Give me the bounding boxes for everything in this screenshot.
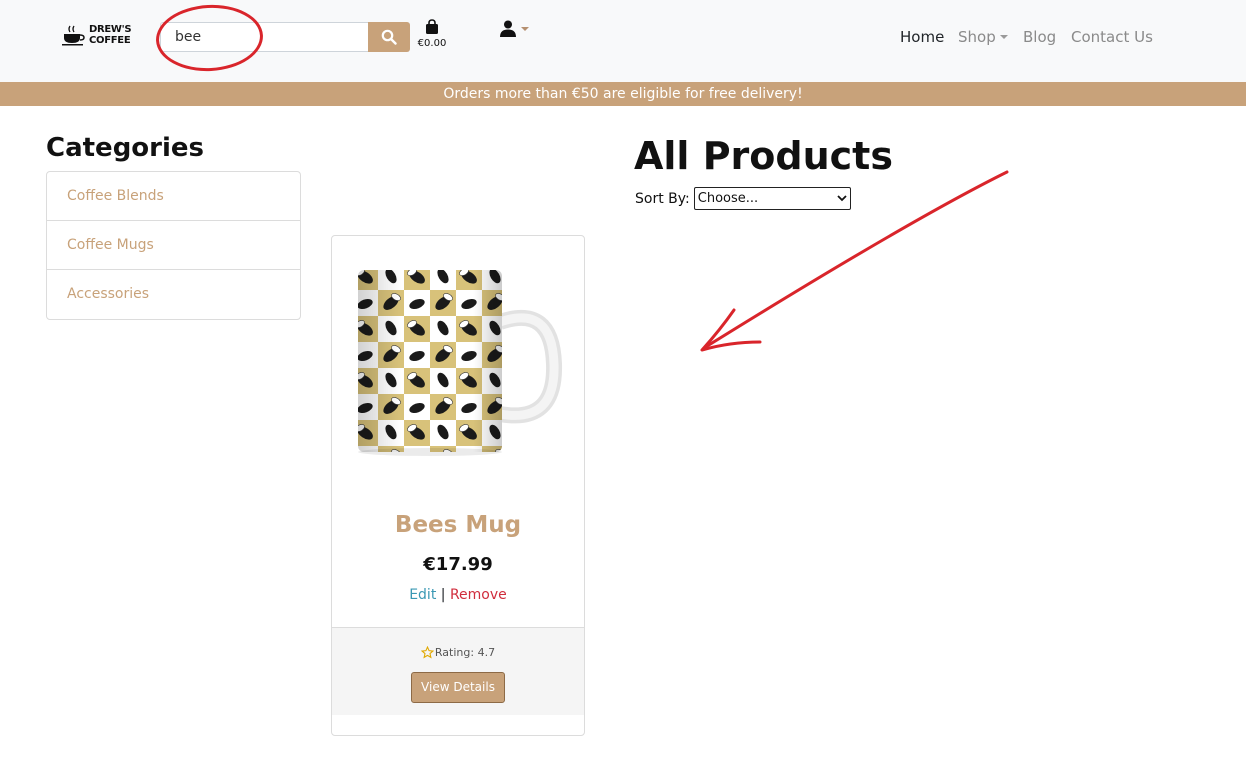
sort-selected-value: Choose... xyxy=(697,191,759,206)
remove-link[interactable]: Remove xyxy=(450,587,507,603)
search-form xyxy=(160,22,410,52)
bag-total: €0.00 xyxy=(417,38,447,49)
product-price: €17.99 xyxy=(423,554,493,575)
shopping-bag-link[interactable]: €0.00 xyxy=(416,19,448,49)
sort-select[interactable]: Choose... xyxy=(693,187,851,210)
page-title: All Products xyxy=(634,134,893,178)
coffee-cup-icon xyxy=(62,25,85,46)
brand-name: DREW'S COFFEE xyxy=(89,24,132,46)
chevron-down-icon xyxy=(837,195,847,202)
chevron-down-icon xyxy=(999,35,1008,39)
nav-blog[interactable]: Blog xyxy=(1023,28,1056,46)
sort-label: Sort By: xyxy=(635,190,690,207)
categories-title: Categories xyxy=(46,133,205,163)
product-name[interactable]: Bees Mug xyxy=(332,512,584,538)
delivery-banner: Orders more than €50 are eligible for fr… xyxy=(0,82,1246,106)
product-image[interactable] xyxy=(352,264,572,464)
star-icon xyxy=(420,646,434,659)
nav-home[interactable]: Home xyxy=(900,28,944,46)
product-admin-actions: Edit | Remove xyxy=(332,587,584,603)
card-footer: Rating: 4.7 View Details xyxy=(332,627,584,715)
brand-logo[interactable]: DREW'S COFFEE xyxy=(62,24,132,46)
categories-list: Coffee Blends Coffee Mugs Accessories xyxy=(46,171,301,320)
category-item-coffee-blends[interactable]: Coffee Blends xyxy=(47,172,300,221)
view-details-button[interactable]: View Details xyxy=(411,672,505,703)
separator: | xyxy=(440,587,446,603)
shopping-bag-icon xyxy=(426,19,438,34)
category-item-accessories[interactable]: Accessories xyxy=(47,270,300,319)
product-card: Bees Mug €17.99 Edit | Remove Rating: 4.… xyxy=(331,235,585,736)
user-icon xyxy=(500,20,516,37)
edit-link[interactable]: Edit xyxy=(409,587,436,603)
search-icon xyxy=(381,29,397,45)
chevron-down-icon xyxy=(521,26,529,31)
nav-shop-label: Shop xyxy=(958,28,996,46)
account-menu[interactable] xyxy=(500,20,529,37)
nav-shop[interactable]: Shop xyxy=(958,28,1008,46)
search-input[interactable] xyxy=(160,22,368,52)
nav-contact[interactable]: Contact Us xyxy=(1071,28,1153,46)
search-button[interactable] xyxy=(368,22,410,52)
rating-label: Rating: 4.7 xyxy=(434,646,496,659)
category-item-coffee-mugs[interactable]: Coffee Mugs xyxy=(47,221,300,270)
navbar: DREW'S COFFEE €0.00 Home Shop xyxy=(0,0,1246,82)
product-rating: Rating: 4.7 xyxy=(332,646,584,659)
sort-control: Sort By: Choose... xyxy=(635,187,851,210)
